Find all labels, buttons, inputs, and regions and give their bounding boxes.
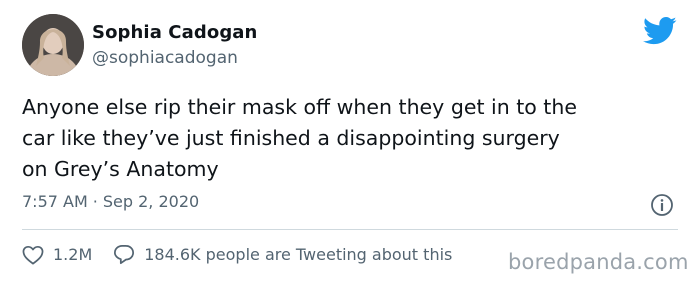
tweet-card: Sophia Cadogan @sophiacadogan Anyone els… — [0, 0, 700, 284]
tweet-timestamp[interactable]: 7:57 AM · Sep 2, 2020 — [22, 192, 199, 211]
meta-separator: · — [92, 192, 98, 211]
like-button[interactable]: 1.2M — [22, 245, 92, 265]
divider — [22, 229, 678, 230]
watermark: boredpanda.com — [508, 250, 689, 274]
author-name[interactable]: Sophia Cadogan — [92, 22, 257, 43]
like-count: 1.2M — [53, 245, 93, 264]
tweet-time[interactable]: 7:57 AM — [22, 192, 88, 211]
info-icon[interactable] — [650, 193, 674, 217]
twitter-bird-icon[interactable] — [643, 16, 677, 46]
heart-icon — [22, 245, 44, 264]
conversation-button[interactable]: 184.6K people are Tweeting about this — [113, 244, 452, 265]
tweet-date[interactable]: Sep 2, 2020 — [103, 192, 199, 211]
author-handle[interactable]: @sophiacadogan — [92, 48, 238, 68]
action-bar: 1.2M 184.6K people are Tweeting about th… — [22, 244, 452, 265]
speech-bubble-icon — [114, 244, 135, 265]
conversation-text: 184.6K people are Tweeting about this — [144, 245, 453, 264]
tweet-text: Anyone else rip their mask off when they… — [22, 95, 577, 181]
avatar[interactable] — [22, 14, 84, 76]
